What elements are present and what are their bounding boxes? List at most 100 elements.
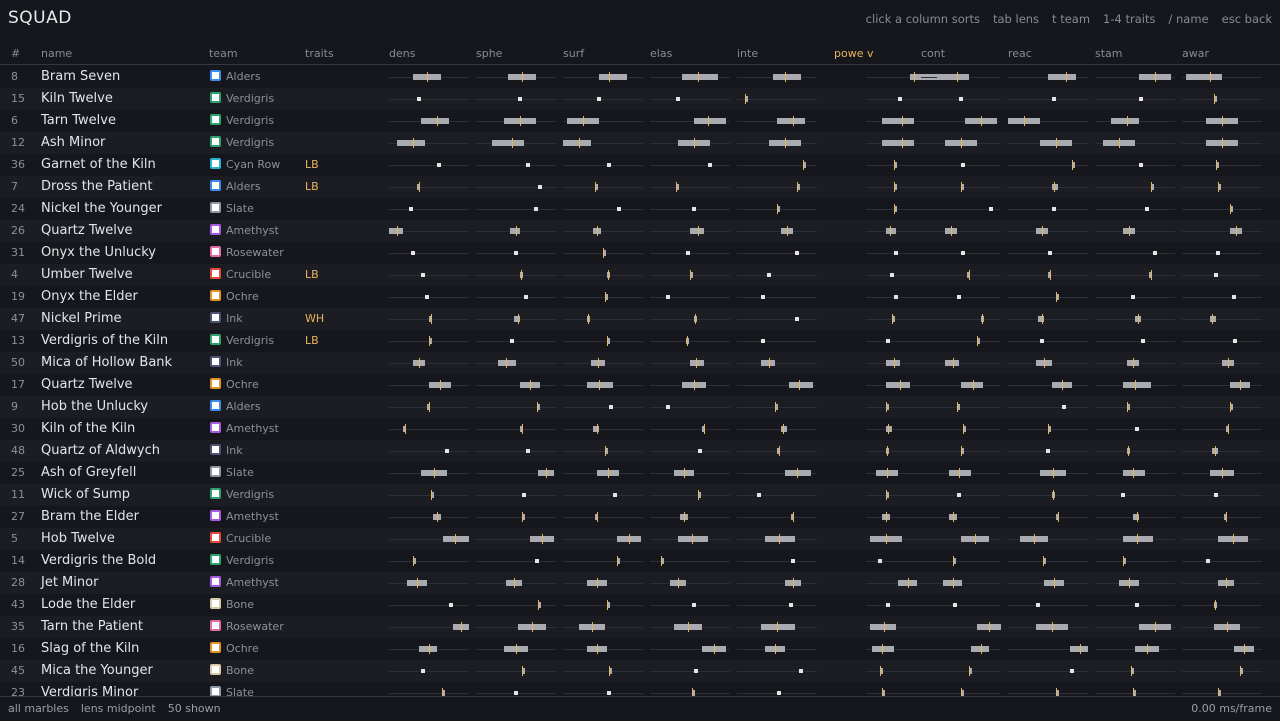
stat-midpoint-marker <box>579 138 580 148</box>
table-row[interactable]: 47 Nickel Prime Ink WH <box>0 308 1280 330</box>
column-header-awar[interactable]: awar <box>1182 47 1209 60</box>
marble-name: Bram Seven <box>41 69 121 84</box>
stat-cell-cont <box>921 66 1001 88</box>
stat-cell-elas <box>650 638 730 660</box>
column-header-cont[interactable]: cont <box>921 47 945 60</box>
table-row[interactable]: 13 Verdigris of the Kiln Verdigris LB <box>0 330 1280 352</box>
stat-cell-inte <box>737 330 817 352</box>
column-header-dens[interactable]: dens <box>389 47 415 60</box>
column-header-reac[interactable]: reac <box>1008 47 1032 60</box>
stat-track <box>563 693 643 694</box>
column-header-powe-sorted[interactable]: powe v <box>834 47 873 60</box>
stat-point-marker <box>1036 603 1040 607</box>
table-row[interactable]: 28 Jet Minor Amethyst <box>0 572 1280 594</box>
stat-track <box>476 385 556 386</box>
stat-track <box>1095 253 1175 254</box>
stat-track <box>1182 165 1262 166</box>
stat-cell-inte <box>737 638 817 660</box>
stat-track <box>563 319 643 320</box>
table-row[interactable]: 17 Quartz Twelve Ochre <box>0 374 1280 396</box>
stat-midpoint-marker <box>1215 446 1216 456</box>
table-row[interactable]: 15 Kiln Twelve Verdigris <box>0 88 1280 110</box>
stat-track <box>563 99 643 100</box>
stat-midpoint-marker <box>427 72 428 82</box>
row-number: 28 <box>11 576 25 589</box>
table-row[interactable]: 11 Wick of Sump Verdigris <box>0 484 1280 506</box>
stat-cell-reac <box>1008 242 1088 264</box>
stat-midpoint-marker <box>431 314 432 324</box>
column-header-num[interactable]: # <box>11 47 20 60</box>
marble-name: Mica of Hollow Bank <box>41 355 173 370</box>
stat-cell-inte <box>737 660 817 682</box>
stat-cell-dens <box>389 396 469 418</box>
stat-cell-reac <box>1008 484 1088 506</box>
column-header-inte[interactable]: inte <box>737 47 758 60</box>
team-color-swatch-icon <box>210 70 221 81</box>
column-header-name[interactable]: name <box>41 47 72 60</box>
table-row[interactable]: 14 Verdigris the Bold Verdigris <box>0 550 1280 572</box>
stat-track <box>737 297 817 298</box>
team-cell: Crucible <box>210 268 271 281</box>
table-row[interactable]: 4 Umber Twelve Crucible LB <box>0 264 1280 286</box>
stat-cell-sphe <box>476 308 556 330</box>
stat-cell-cont <box>921 594 1001 616</box>
column-header-team[interactable]: team <box>209 47 238 60</box>
table-row[interactable]: 6 Tarn Twelve Verdigris <box>0 110 1280 132</box>
stat-midpoint-marker <box>951 226 952 236</box>
table-row[interactable]: 23 Verdigris Minor Slate <box>0 682 1280 696</box>
stat-midpoint-marker <box>1054 182 1055 192</box>
table-row[interactable]: 5 Hob Twelve Crucible <box>0 528 1280 550</box>
table-row[interactable]: 8 Bram Seven Alders <box>0 66 1280 88</box>
table-row[interactable]: 43 Lode the Elder Bone <box>0 594 1280 616</box>
stat-midpoint-marker <box>977 336 978 346</box>
stat-range-bar <box>882 118 914 124</box>
stat-midpoint-marker <box>1123 556 1124 566</box>
stat-track <box>650 583 730 584</box>
stat-track <box>650 671 730 672</box>
stat-midpoint-marker <box>882 644 883 654</box>
table-row[interactable]: 48 Quartz of Aldwych Ink <box>0 440 1280 462</box>
table-row[interactable]: 27 Bram the Elder Amethyst <box>0 506 1280 528</box>
stat-cell-inte <box>737 682 817 696</box>
stat-cell-inte <box>737 506 817 528</box>
column-header-surf[interactable]: surf <box>563 47 584 60</box>
table-row[interactable]: 9 Hob the Unlucky Alders <box>0 396 1280 418</box>
stat-track <box>737 231 817 232</box>
stat-cell-stam <box>1095 88 1175 110</box>
stat-midpoint-marker <box>419 358 420 368</box>
stat-midpoint-marker <box>676 182 677 192</box>
stat-track <box>737 99 817 100</box>
table-row[interactable]: 24 Nickel the Younger Slate <box>0 198 1280 220</box>
table-row[interactable]: 31 Onyx the Unlucky Rosewater <box>0 242 1280 264</box>
table-row[interactable]: 36 Garnet of the Kiln Cyan Row LB <box>0 154 1280 176</box>
table-row[interactable]: 30 Kiln of the Kiln Amethyst <box>0 418 1280 440</box>
stat-midpoint-marker <box>953 578 954 588</box>
column-header-traits[interactable]: traits <box>305 47 334 60</box>
team-cell: Ink <box>210 444 243 457</box>
stat-point-marker <box>514 251 518 255</box>
table-row[interactable]: 35 Tarn the Patient Rosewater <box>0 616 1280 638</box>
stat-track <box>737 275 817 276</box>
stat-point-marker <box>1062 405 1066 409</box>
stat-cell-awar <box>1182 462 1262 484</box>
table-row[interactable]: 7 Dross the Patient Alders LB <box>0 176 1280 198</box>
stat-cell-sphe <box>476 418 556 440</box>
stat-midpoint-marker <box>608 270 609 280</box>
column-header-sphe[interactable]: sphe <box>476 47 502 60</box>
table-row[interactable]: 45 Mica the Younger Bone <box>0 660 1280 682</box>
stat-cell-inte <box>737 616 817 638</box>
column-header-elas[interactable]: elas <box>650 47 672 60</box>
table-row[interactable]: 26 Quartz Twelve Amethyst <box>0 220 1280 242</box>
marble-name: Ash Minor <box>41 135 106 150</box>
stat-midpoint-marker <box>1137 534 1138 544</box>
trait-badge: LB <box>305 268 319 281</box>
table-row[interactable]: 12 Ash Minor Verdigris <box>0 132 1280 154</box>
table-row[interactable]: 16 Slag of the Kiln Ochre <box>0 638 1280 660</box>
stat-cell-surf <box>563 638 643 660</box>
table-row[interactable]: 50 Mica of Hollow Bank Ink <box>0 352 1280 374</box>
column-header-stam[interactable]: stam <box>1095 47 1123 60</box>
team-cell: Bone <box>210 598 254 611</box>
table-row[interactable]: 19 Onyx the Elder Ochre <box>0 286 1280 308</box>
table-row[interactable]: 25 Ash of Greyfell Slate <box>0 462 1280 484</box>
stat-cell-stam <box>1095 176 1175 198</box>
